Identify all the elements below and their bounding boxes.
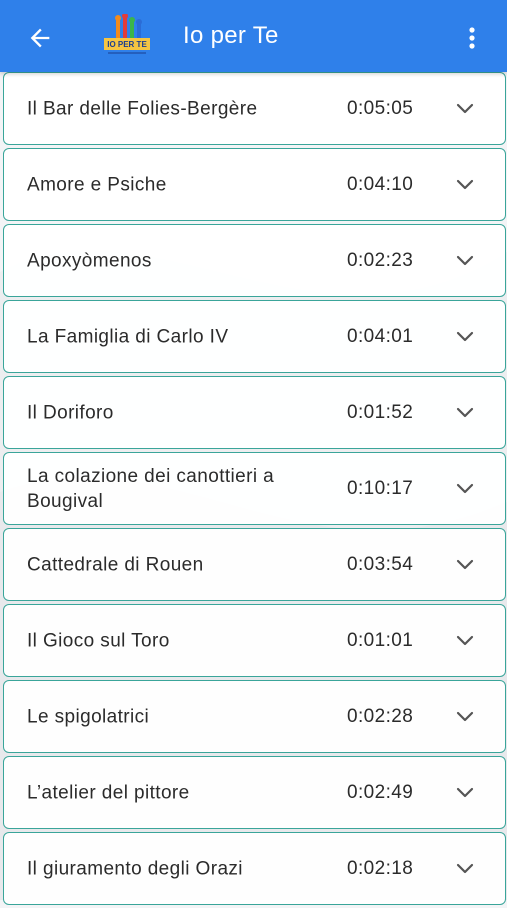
track-row[interactable]: Apoxyòmenos 0:02:23 — [3, 224, 506, 297]
track-row[interactable]: Il Gioco sul Toro 0:01:01 — [3, 604, 506, 677]
track-title: Cattedrale di Rouen — [27, 554, 204, 575]
track-duration: 0:05:05 — [347, 97, 414, 119]
expand-button[interactable] — [454, 706, 476, 728]
track-title: Il giuramento degli Orazi — [27, 858, 243, 879]
svg-text:IO PER TE: IO PER TE — [107, 40, 147, 49]
app-logo: IO PER TE — [102, 13, 152, 60]
track-title: L’atelier del pittore — [27, 782, 190, 803]
expand-button[interactable] — [454, 554, 476, 576]
track-title: Il Gioco sul Toro — [27, 630, 170, 651]
track-title: La colazione dei canottieri a Bougival — [27, 465, 275, 512]
back-button[interactable] — [24, 22, 56, 54]
app-bar: IO PER TE Io per Te — [0, 0, 507, 72]
track-duration: 0:03:54 — [347, 553, 414, 575]
expand-button[interactable] — [454, 402, 476, 424]
track-duration: 0:04:10 — [347, 173, 414, 195]
track-title: Il Doriforo — [27, 402, 114, 423]
expand-button[interactable] — [454, 478, 476, 500]
chevron-down-icon — [456, 331, 474, 341]
chevron-down-icon — [456, 787, 474, 797]
chevron-down-icon — [456, 635, 474, 645]
track-row[interactable]: Il giuramento degli Orazi 0:02:18 — [3, 832, 506, 905]
chevron-down-icon — [456, 711, 474, 721]
app-title: Io per Te — [183, 22, 279, 49]
expand-button[interactable] — [454, 174, 476, 196]
track-row[interactable]: La colazione dei canottieri a Bougival 0:… — [3, 452, 506, 525]
track-row[interactable]: Le spigolatrici 0:02:28 — [3, 680, 506, 753]
track-duration: 0:02:49 — [347, 781, 414, 803]
expand-button[interactable] — [454, 858, 476, 880]
expand-button[interactable] — [454, 782, 476, 804]
track-duration: 0:02:18 — [347, 857, 414, 879]
track-duration: 0:02:23 — [347, 249, 414, 271]
track-row[interactable]: Il Bar delle Folies-Bergère 0:05:05 — [3, 72, 506, 145]
track-row[interactable]: Cattedrale di Rouen 0:03:54 — [3, 528, 506, 601]
chevron-down-icon — [456, 559, 474, 569]
expand-button[interactable] — [454, 250, 476, 272]
expand-button[interactable] — [454, 326, 476, 348]
track-duration: 0:10:17 — [347, 477, 414, 499]
track-row[interactable]: Il Doriforo 0:01:52 — [3, 376, 506, 449]
track-title: Amore e Psiche — [27, 174, 167, 195]
expand-button[interactable] — [454, 630, 476, 652]
track-duration: 0:02:28 — [347, 705, 414, 727]
arrow-back-icon — [30, 28, 50, 48]
chevron-down-icon — [456, 179, 474, 189]
expand-button[interactable] — [454, 98, 476, 120]
chevron-down-icon — [456, 863, 474, 873]
track-row[interactable]: L’atelier del pittore 0:02:49 — [3, 756, 506, 829]
track-title: La Famiglia di Carlo IV — [27, 326, 229, 347]
track-duration: 0:01:01 — [347, 629, 414, 651]
track-duration: 0:04:01 — [347, 325, 414, 347]
chevron-down-icon — [456, 407, 474, 417]
track-list: Il Bar delle Folies-Bergère 0:05:05 Amore … — [3, 72, 506, 908]
chevron-down-icon — [456, 255, 474, 265]
track-duration: 0:01:52 — [347, 401, 414, 423]
chevron-down-icon — [456, 103, 474, 113]
track-title: Il Bar delle Folies-Bergère — [27, 98, 258, 119]
track-title: Le spigolatrici — [27, 706, 150, 727]
track-row[interactable]: La Famiglia di Carlo IV 0:04:01 — [3, 300, 506, 373]
overflow-menu-button[interactable] — [460, 22, 484, 54]
track-row[interactable]: Amore e Psiche 0:04:10 — [3, 148, 506, 221]
chevron-down-icon — [456, 483, 474, 493]
track-title: Apoxyòmenos — [27, 250, 152, 271]
more-vert-icon — [469, 27, 475, 49]
